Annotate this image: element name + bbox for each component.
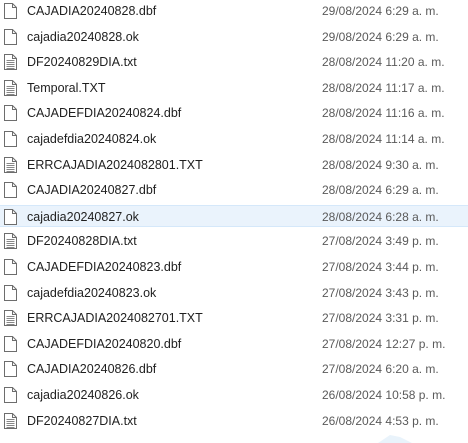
file-name[interactable]: CAJADEFDIA20240820.dbf xyxy=(27,336,181,352)
file-row[interactable]: CAJADIA20240826.dbf 27/08/2024 6:20 a. m. xyxy=(0,358,468,380)
file-modified-date: 27/08/2024 6:20 a. m. xyxy=(322,362,439,377)
text-file-icon xyxy=(4,310,17,327)
file-name[interactable]: ERRCAJADIA2024082801.TXT xyxy=(27,157,203,173)
file-name[interactable]: cajadefdia20240823.ok xyxy=(27,285,156,301)
file-row[interactable]: cajadia20240826.ok 26/08/2024 10:58 p. m. xyxy=(0,384,468,406)
file-row[interactable]: CAJADIA20240827.dbf 28/08/2024 6:29 a. m. xyxy=(0,179,468,201)
blank-file-icon xyxy=(4,284,17,301)
file-modified-date: 29/08/2024 6:29 a. m. xyxy=(322,29,439,44)
blank-file-icon xyxy=(4,105,17,122)
text-file-icon xyxy=(4,156,17,173)
file-name[interactable]: cajadefdia20240824.ok xyxy=(27,131,156,147)
blank-file-icon xyxy=(4,28,17,45)
file-modified-date: 27/08/2024 3:44 p. m. xyxy=(322,260,439,274)
file-explorer-window: CAJADIA20240828.dbf 29/08/2024 6:29 a. m.… xyxy=(0,0,468,443)
file-name[interactable]: CAJADIA20240828.dbf xyxy=(27,3,156,19)
file-name[interactable]: CAJADEFDIA20240823.dbf xyxy=(27,259,181,275)
text-file-icon xyxy=(4,233,17,250)
file-name[interactable]: CAJADEFDIA20240824.dbf xyxy=(27,105,181,121)
file-name[interactable]: cajadia20240826.ok xyxy=(27,387,139,403)
file-row[interactable]: cajadefdia20240823.ok 27/08/2024 3:43 p. … xyxy=(0,282,468,304)
file-row[interactable]: CAJADEFDIA20240820.dbf 27/08/2024 12:27 p… xyxy=(0,333,468,355)
file-modified-date: 27/08/2024 12:27 p. m. xyxy=(322,336,446,351)
file-modified-date: 26/08/2024 4:53 p. m. xyxy=(322,413,439,428)
file-name[interactable]: cajadia20240828.ok xyxy=(27,29,139,45)
scroll-fade-decor xyxy=(378,435,412,443)
blank-file-icon xyxy=(4,259,17,275)
text-file-icon xyxy=(4,54,17,71)
text-file-icon xyxy=(4,412,17,429)
file-name[interactable]: DF20240829DIA.txt xyxy=(27,54,137,70)
file-row[interactable]: DF20240829DIA.txt 28/08/2024 11:20 a. m. xyxy=(0,51,468,73)
blank-file-icon xyxy=(4,131,17,147)
file-name[interactable]: CAJADIA20240826.dbf xyxy=(27,361,156,377)
file-row[interactable]: ERRCAJADIA2024082701.TXT 27/08/2024 3:31 … xyxy=(0,307,468,329)
blank-file-icon xyxy=(4,3,17,19)
file-modified-date: 28/08/2024 11:20 a. m. xyxy=(322,55,445,70)
file-name[interactable]: Temporal.TXT xyxy=(27,80,106,96)
file-name[interactable]: CAJADIA20240827.dbf xyxy=(27,182,156,198)
file-name[interactable]: ERRCAJADIA2024082701.TXT xyxy=(27,310,203,326)
blank-file-icon xyxy=(4,182,17,199)
file-modified-date: 28/08/2024 6:28 a. m. xyxy=(322,209,439,224)
file-modified-date: 27/08/2024 3:43 p. m. xyxy=(322,285,439,300)
blank-file-icon xyxy=(4,387,17,403)
file-row[interactable]: Temporal.TXT 28/08/2024 11:17 a. m. xyxy=(0,77,468,99)
file-row[interactable]: cajadefdia20240824.ok 28/08/2024 11:14 a.… xyxy=(0,128,468,150)
file-modified-date: 28/08/2024 11:16 a. m. xyxy=(322,106,445,121)
file-row[interactable]: CAJADEFDIA20240823.dbf 27/08/2024 3:44 p.… xyxy=(0,256,468,278)
file-row[interactable]: cajadia20240828.ok 29/08/2024 6:29 a. m. xyxy=(0,26,468,48)
file-row[interactable]: ERRCAJADIA2024082801.TXT 28/08/2024 9:30 … xyxy=(0,154,468,176)
file-modified-date: 27/08/2024 3:49 p. m. xyxy=(322,234,439,249)
file-modified-date: 26/08/2024 10:58 p. m. xyxy=(322,388,446,402)
file-modified-date: 27/08/2024 3:31 p. m. xyxy=(322,311,439,326)
file-row[interactable]: CAJADEFDIA20240824.dbf 28/08/2024 11:16 a… xyxy=(0,102,468,124)
file-modified-date: 29/08/2024 6:29 a. m. xyxy=(322,4,439,18)
file-name[interactable]: DF20240827DIA.txt xyxy=(27,413,137,429)
file-modified-date: 28/08/2024 11:14 a. m. xyxy=(322,132,445,146)
file-row[interactable]: cajadia20240827.ok 28/08/2024 6:28 a. m. xyxy=(0,204,468,227)
file-row[interactable]: DF20240828DIA.txt 27/08/2024 3:49 p. m. xyxy=(0,230,468,252)
file-name[interactable]: cajadia20240827.ok xyxy=(27,209,139,225)
file-modified-date: 28/08/2024 6:29 a. m. xyxy=(322,183,439,198)
blank-file-icon xyxy=(4,208,17,225)
file-modified-date: 28/08/2024 9:30 a. m. xyxy=(322,157,439,172)
file-modified-date: 28/08/2024 11:17 a. m. xyxy=(322,80,445,95)
file-row[interactable]: DF20240827DIA.txt 26/08/2024 4:53 p. m. xyxy=(0,410,468,432)
file-name[interactable]: DF20240828DIA.txt xyxy=(27,233,137,249)
text-file-icon xyxy=(4,79,17,96)
blank-file-icon xyxy=(4,361,17,378)
file-row[interactable]: CAJADIA20240828.dbf 29/08/2024 6:29 a. m. xyxy=(0,0,468,22)
blank-file-icon xyxy=(4,335,17,352)
